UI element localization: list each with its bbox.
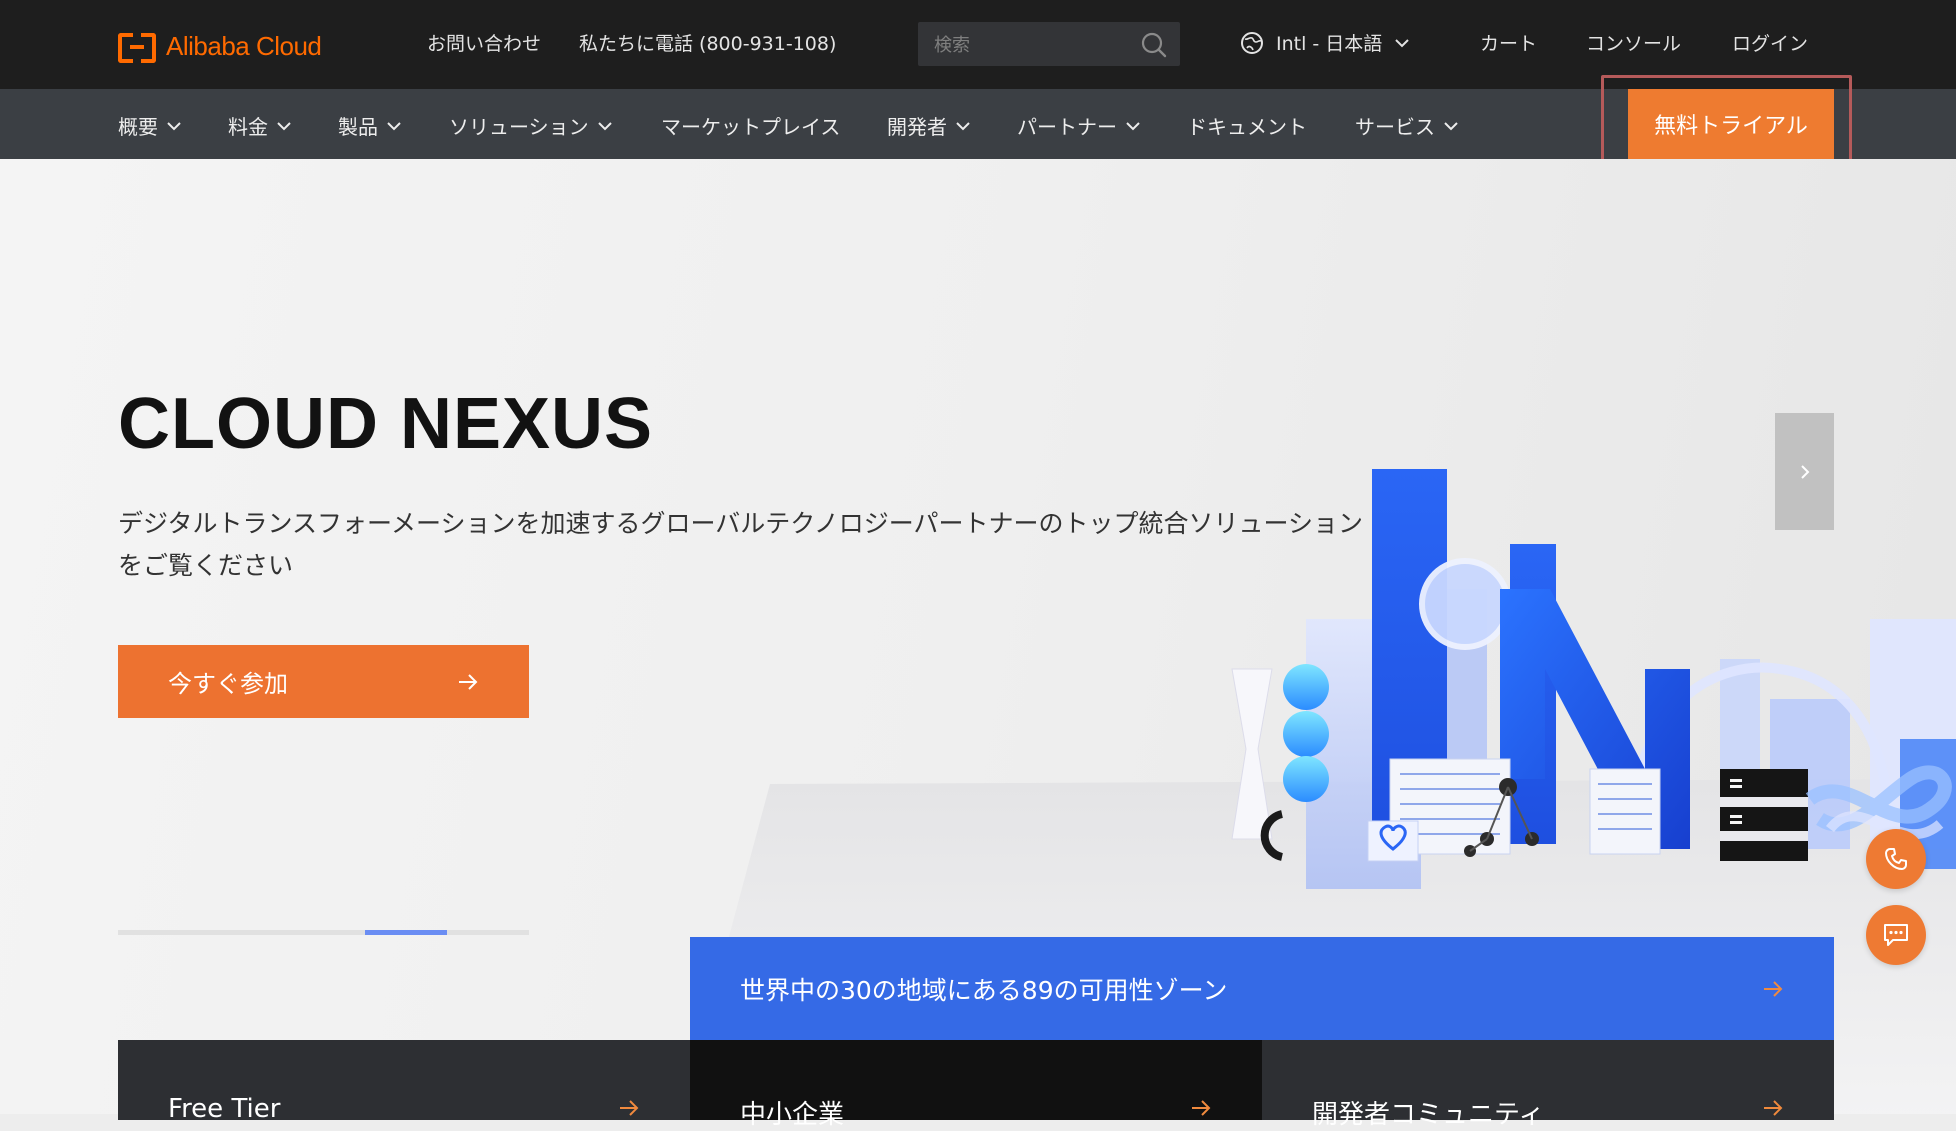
alibaba-cloud-logo[interactable]: Alibaba Cloud xyxy=(118,28,322,64)
nav-item-label: 概要 xyxy=(118,115,158,139)
card-label: Free Tier xyxy=(168,1094,281,1124)
phone-link[interactable]: 私たちに電話 (800-931-108) xyxy=(579,29,836,56)
chevron-down-icon xyxy=(597,121,612,130)
hero-illustration xyxy=(1231,469,1956,889)
nav-item-label: 開発者 xyxy=(887,115,947,139)
carousel-progress-fill xyxy=(364,930,447,935)
hero-title: CLOUD NEXUS xyxy=(118,384,654,464)
arrow-right-icon xyxy=(1764,980,1783,997)
chevron-down-icon xyxy=(956,121,970,130)
nav-item-overview[interactable]: 概要 xyxy=(118,111,182,140)
chevron-down-icon xyxy=(1395,38,1410,47)
nav-item-documentation[interactable]: ドキュメント xyxy=(1187,111,1307,140)
nav-item-pricing[interactable]: 料金 xyxy=(228,111,292,140)
arrow-right-icon xyxy=(1764,1100,1783,1116)
logo-icon xyxy=(118,33,156,63)
nav-item-solutions[interactable]: ソリューション xyxy=(449,111,613,140)
nav-item-label: 製品 xyxy=(338,115,378,139)
arrow-right-icon xyxy=(620,1100,639,1116)
chevron-down-icon xyxy=(167,121,181,130)
phone-icon xyxy=(1885,848,1907,870)
chat-icon xyxy=(1884,924,1908,946)
join-now-button[interactable]: 今すぐ参加 xyxy=(118,645,529,718)
nav-item-label: 料金 xyxy=(228,115,268,139)
chevron-down-icon xyxy=(277,121,291,130)
nav-item-partners[interactable]: パートナー xyxy=(1017,111,1141,140)
join-now-label: 今すぐ参加 xyxy=(168,670,288,698)
nav-item-label: マーケットプレイス xyxy=(661,115,841,139)
availability-zones-banner[interactable]: 世界中の30の地域にある89の可用性ゾーン xyxy=(690,937,1834,1040)
card-label: 中小企業 xyxy=(740,1100,845,1130)
search-input[interactable] xyxy=(932,30,1136,60)
nav-item-marketplace[interactable]: マーケットプレイス xyxy=(661,111,840,140)
language-selector[interactable]: Intl - 日本語 xyxy=(1240,29,1410,56)
contact-link[interactable]: お問い合わせ xyxy=(427,29,541,56)
chevron-right-icon xyxy=(1800,464,1809,479)
search-box xyxy=(918,22,1180,66)
nav-item-label: ソリューション xyxy=(449,115,589,139)
nav-item-label: ドキュメント xyxy=(1187,115,1307,139)
card-label: 開発者コミュニティ xyxy=(1312,1100,1545,1130)
arrow-right-icon xyxy=(1192,1100,1211,1116)
carousel-next-button[interactable] xyxy=(1775,413,1834,530)
availability-zones-label: 世界中の30の地域にある89の可用性ゾーン xyxy=(740,975,1228,1005)
nav-item-products[interactable]: 製品 xyxy=(338,111,402,140)
arrow-right-icon xyxy=(459,673,478,690)
card-free-tier[interactable]: Free Tier xyxy=(118,1040,690,1124)
console-link[interactable]: コンソール xyxy=(1586,29,1681,56)
chat-button[interactable] xyxy=(1866,905,1926,965)
chevron-down-icon xyxy=(387,121,401,130)
login-link[interactable]: ログイン xyxy=(1732,29,1808,56)
nav-item-developers[interactable]: 開発者 xyxy=(887,111,971,140)
nav-item-label: パートナー xyxy=(1017,115,1117,139)
logo-text: Alibaba Cloud xyxy=(166,30,322,61)
nav-item-services[interactable]: サービス xyxy=(1355,111,1459,140)
phone-contact-button[interactable] xyxy=(1866,829,1926,889)
chevron-down-icon xyxy=(1444,121,1458,130)
card-smb[interactable]: 中小企業 xyxy=(690,1040,1262,1130)
chevron-down-icon xyxy=(1126,121,1140,130)
cart-link[interactable]: カート xyxy=(1480,29,1537,56)
search-icon[interactable] xyxy=(1140,31,1168,59)
carousel-progress[interactable] xyxy=(118,930,529,935)
hero-description: デジタルトランスフォーメーションを加速するグローバルテクノロジーパートナーのトッ… xyxy=(118,509,1364,580)
nav-item-label: サービス xyxy=(1355,115,1435,139)
language-label: Intl - 日本語 xyxy=(1276,33,1383,55)
card-developer-community[interactable]: 開発者コミュニティ xyxy=(1262,1040,1834,1130)
globe-icon xyxy=(1241,31,1263,54)
